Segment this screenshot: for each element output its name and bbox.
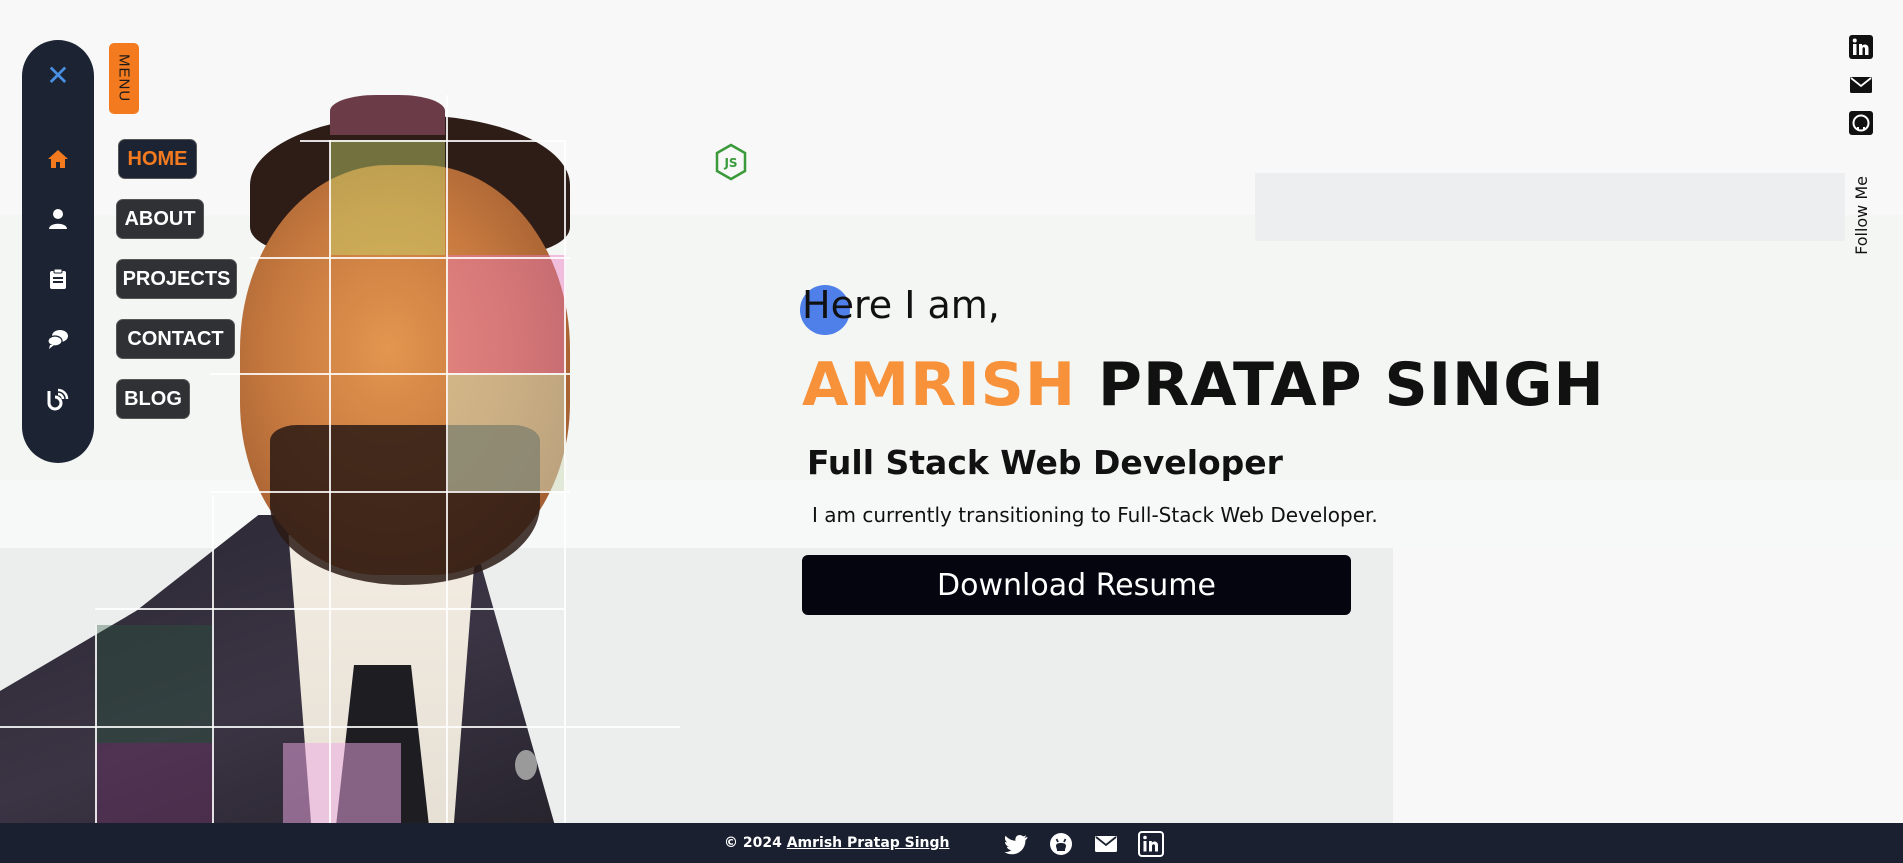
download-resume-button[interactable]: Download Resume xyxy=(802,555,1351,615)
linkedin-icon[interactable] xyxy=(1138,831,1164,857)
hero-last-name: PRATAP SINGH xyxy=(1098,350,1605,420)
follow-me-text: Follow Me xyxy=(1851,175,1871,255)
follow-me-label: Follow Me xyxy=(1848,170,1874,260)
nav-item-projects[interactable]: PROJECTS xyxy=(116,259,237,299)
home-icon[interactable] xyxy=(22,144,94,174)
menu-toggle-tab[interactable]: MENU xyxy=(109,43,139,114)
nodejs-icon: JS xyxy=(715,143,747,181)
hero-tagline: I am currently transitioning to Full-Sta… xyxy=(812,503,1378,527)
blogger-icon[interactable] xyxy=(22,384,94,414)
nav-item-home[interactable]: HOME xyxy=(118,139,197,179)
owner-link[interactable]: Amrish Pratap Singh xyxy=(787,835,950,851)
profile-portrait xyxy=(0,95,680,823)
side-navigation: ✕ xyxy=(22,40,94,463)
hero-first-name: AMRISH xyxy=(802,350,1077,420)
nav-item-about[interactable]: ABOUT xyxy=(116,199,204,239)
close-icon[interactable]: ✕ xyxy=(22,59,94,92)
hero-role: Full Stack Web Developer xyxy=(807,443,1283,482)
nav-item-label: CONTACT xyxy=(127,327,224,350)
copyright-text: © 2024 xyxy=(724,835,782,851)
menu-tab-label: MENU xyxy=(115,54,133,103)
nav-item-label: ABOUT xyxy=(124,207,196,230)
nav-item-label: HOME xyxy=(127,147,188,170)
nav-item-contact[interactable]: CONTACT xyxy=(116,319,235,359)
svg-text:JS: JS xyxy=(723,156,737,170)
background-band xyxy=(1255,173,1845,241)
mail-icon[interactable] xyxy=(1848,72,1874,98)
user-icon[interactable] xyxy=(22,204,94,234)
linkedin-icon[interactable] xyxy=(1848,34,1874,60)
background-band xyxy=(1393,548,1903,823)
footer: © 2024 Amrish Pratap Singh xyxy=(0,823,1903,863)
twitter-icon[interactable] xyxy=(1003,831,1029,857)
nav-item-label: BLOG xyxy=(124,387,182,410)
footer-copyright: © 2024 Amrish Pratap Singh xyxy=(724,835,950,851)
github-icon[interactable] xyxy=(1848,110,1874,136)
mail-icon[interactable] xyxy=(1093,831,1119,857)
chat-icon[interactable] xyxy=(22,324,94,354)
github-icon[interactable] xyxy=(1048,831,1074,857)
download-resume-label: Download Resume xyxy=(937,567,1216,603)
hero-greeting: Here I am, xyxy=(802,283,1000,327)
hero-name: AMRISH PRATAP SINGH xyxy=(802,350,1605,420)
nav-item-label: PROJECTS xyxy=(122,267,231,290)
clipboard-icon[interactable] xyxy=(22,264,94,294)
nav-item-blog[interactable]: BLOG xyxy=(116,379,190,419)
